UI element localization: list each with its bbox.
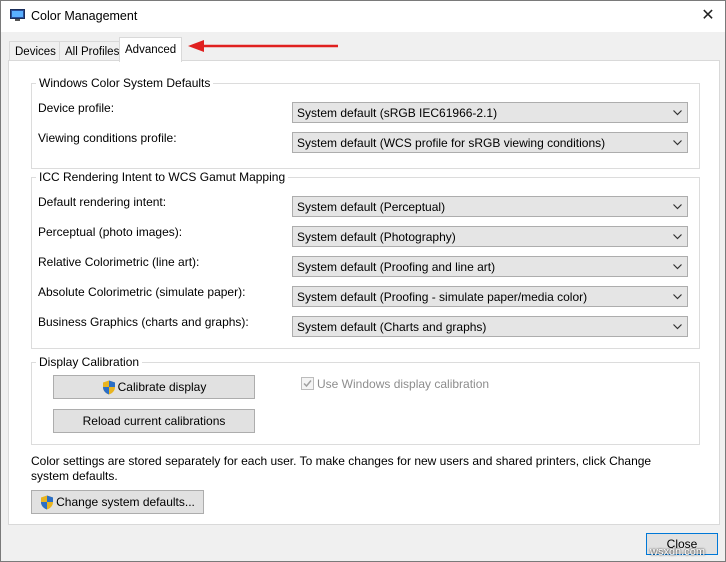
- checkmark-icon: [303, 380, 312, 388]
- absolute-colorimetric-dropdown[interactable]: System default (Proofing - simulate pape…: [292, 286, 688, 307]
- user-settings-note: Color settings are stored separately for…: [31, 454, 652, 483]
- device-profile-value: System default (sRGB IEC61966-2.1): [297, 106, 498, 120]
- default-intent-value: System default (Perceptual): [297, 200, 446, 214]
- chevron-down-icon: [673, 264, 682, 270]
- shield-icon: [41, 495, 54, 510]
- device-profile-dropdown[interactable]: System default (sRGB IEC61966-2.1): [292, 102, 688, 123]
- shield-icon: [102, 380, 115, 395]
- calibrate-display-button[interactable]: Calibrate display: [53, 375, 255, 399]
- device-profile-label: Device profile:: [38, 101, 115, 115]
- absolute-colorimetric-label: Absolute Colorimetric (simulate paper):: [38, 285, 246, 299]
- annotation-arrow: [188, 40, 338, 52]
- business-graphics-value: System default (Charts and graphs): [297, 320, 487, 334]
- default-intent-label: Default rendering intent:: [38, 195, 167, 209]
- wcs-defaults-group: [31, 83, 700, 169]
- relative-colorimetric-label: Relative Colorimetric (line art):: [38, 255, 200, 269]
- business-graphics-dropdown[interactable]: System default (Charts and graphs): [292, 316, 688, 337]
- perceptual-value: System default (Photography): [297, 230, 456, 244]
- title-bar: Color Management ✕: [1, 1, 725, 32]
- chevron-down-icon: [673, 324, 682, 330]
- watermark-text: wsxdn.com: [650, 546, 706, 558]
- advanced-tab-panel: Windows Color System Defaults Device pro…: [8, 60, 720, 525]
- window-title: Color Management: [31, 9, 138, 23]
- reload-calibrations-button[interactable]: Reload current calibrations: [53, 409, 255, 433]
- monitor-icon: [10, 9, 25, 21]
- chevron-down-icon: [673, 110, 682, 116]
- use-windows-calibration-label: Use Windows display calibration: [317, 377, 490, 391]
- display-calibration-title: Display Calibration: [36, 355, 143, 369]
- tab-all-profiles[interactable]: All Profiles: [59, 41, 126, 62]
- close-icon[interactable]: ✕: [695, 5, 721, 27]
- tab-advanced[interactable]: Advanced: [119, 37, 183, 62]
- chevron-down-icon: [673, 140, 682, 146]
- color-management-window: Color Management ✕ Devices All Profiles …: [0, 0, 726, 562]
- chevron-down-icon: [673, 204, 682, 210]
- perceptual-dropdown[interactable]: System default (Photography): [292, 226, 688, 247]
- wcs-defaults-title: Windows Color System Defaults: [36, 76, 214, 90]
- chevron-down-icon: [673, 294, 682, 300]
- change-system-defaults-label: Change system defaults...: [56, 495, 195, 509]
- calibrate-display-label: Calibrate display: [117, 380, 207, 394]
- tab-devices[interactable]: Devices: [9, 41, 62, 62]
- relative-colorimetric-dropdown[interactable]: System default (Proofing and line art): [292, 256, 688, 277]
- default-intent-dropdown[interactable]: System default (Perceptual): [292, 196, 688, 217]
- chevron-down-icon: [673, 234, 682, 240]
- icc-mapping-title: ICC Rendering Intent to WCS Gamut Mappin…: [36, 170, 289, 184]
- business-graphics-label: Business Graphics (charts and graphs):: [38, 315, 249, 329]
- viewing-conditions-value: System default (WCS profile for sRGB vie…: [297, 136, 606, 150]
- use-windows-calibration-checkbox[interactable]: [301, 377, 314, 390]
- absolute-colorimetric-value: System default (Proofing - simulate pape…: [297, 290, 588, 304]
- perceptual-label: Perceptual (photo images):: [38, 225, 183, 239]
- change-system-defaults-button[interactable]: Change system defaults...: [31, 490, 204, 514]
- viewing-conditions-dropdown[interactable]: System default (WCS profile for sRGB vie…: [292, 132, 688, 153]
- relative-colorimetric-value: System default (Proofing and line art): [297, 260, 496, 274]
- viewing-conditions-label: Viewing conditions profile:: [38, 131, 177, 145]
